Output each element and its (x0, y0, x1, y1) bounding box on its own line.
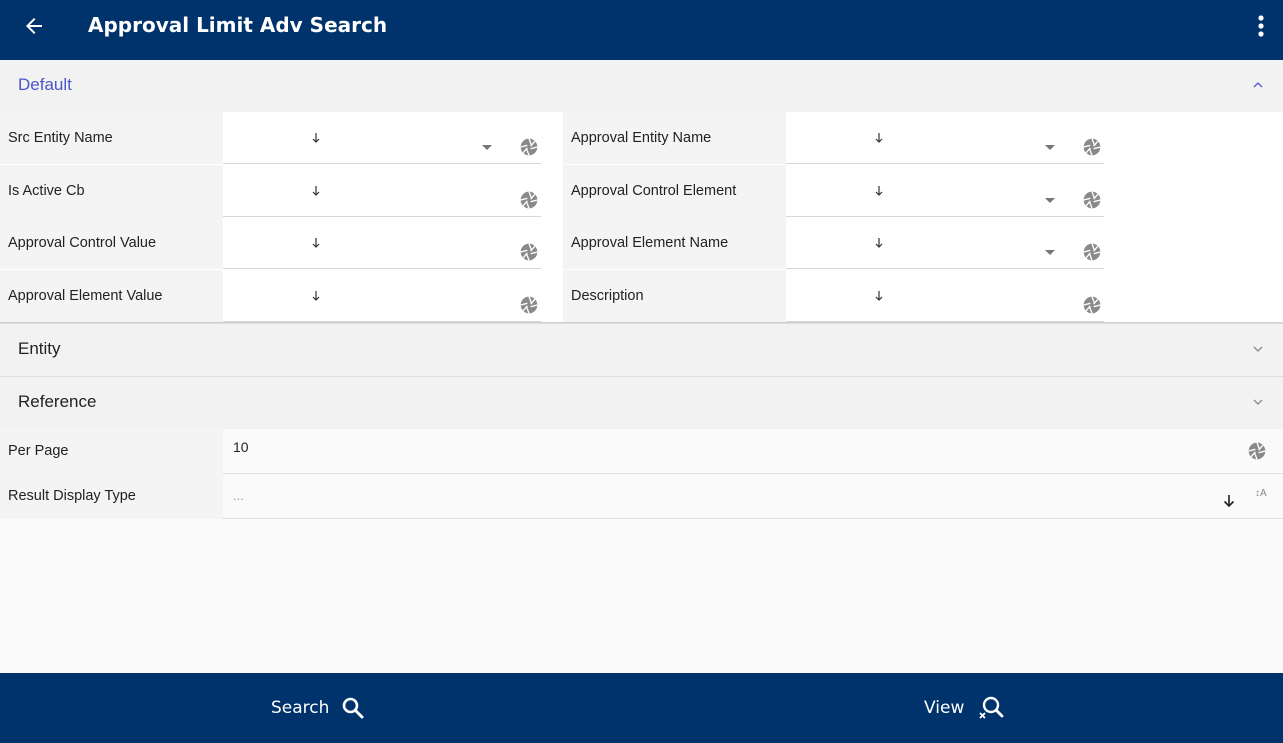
result-display-select[interactable]: ... ↕A (223, 474, 1283, 518)
field-input[interactable] (223, 112, 541, 164)
arrow-down-small-icon (875, 185, 883, 196)
aperture-icon[interactable] (1082, 242, 1102, 262)
field-input[interactable] (786, 269, 1104, 322)
field-input[interactable] (786, 164, 1104, 217)
arrow-down-icon[interactable] (1223, 494, 1235, 508)
search-button-label: Search (271, 698, 330, 718)
dropdown-caret-icon[interactable] (1045, 250, 1055, 255)
more-vertical-icon (1258, 15, 1264, 37)
arrow-down-small-icon (312, 238, 320, 248)
field-input[interactable] (786, 217, 1104, 269)
more-menu-button[interactable] (1250, 12, 1272, 40)
field-input[interactable] (223, 164, 541, 217)
page-title: Approval Limit Adv Search (88, 13, 388, 37)
arrow-down-small-icon (312, 133, 320, 143)
field-label: Description (563, 269, 786, 322)
per-page-label: Per Page (0, 429, 223, 474)
field-input[interactable] (223, 217, 541, 269)
aperture-icon[interactable] (519, 190, 539, 210)
aperture-icon[interactable] (1082, 190, 1102, 210)
dropdown-caret-icon[interactable] (482, 145, 492, 150)
field-label: Approval Element Name (563, 217, 786, 269)
per-page-row: Per Page 10 (0, 429, 1283, 474)
field-label: Approval Control Value (0, 217, 223, 269)
aperture-icon[interactable] (1082, 137, 1102, 157)
search-button[interactable]: Search (271, 673, 365, 743)
chevron-down-icon (1253, 346, 1263, 352)
aperture-icon[interactable] (519, 295, 539, 315)
arrow-down-small-icon (312, 185, 320, 196)
section-entity-header[interactable]: Entity (0, 323, 1283, 376)
aperture-icon[interactable] (519, 137, 539, 157)
result-display-label: Result Display Type (0, 474, 223, 519)
field-label: Approval Entity Name (563, 112, 786, 164)
sort-alpha-icon[interactable]: ↕A (1255, 488, 1267, 499)
chevron-up-icon (1253, 82, 1263, 88)
field-label: Approval Control Element (563, 164, 786, 217)
arrow-down-small-icon (875, 238, 883, 248)
field-input[interactable] (786, 112, 1104, 164)
result-display-row: Result Display Type ... ↕A (0, 474, 1283, 519)
dropdown-caret-icon[interactable] (1045, 145, 1055, 150)
arrow-left-icon (26, 18, 42, 34)
back-button[interactable] (20, 12, 48, 40)
view-button-label: View (924, 698, 965, 718)
aperture-icon[interactable] (1082, 295, 1102, 315)
field-label: Approval Element Value (0, 269, 223, 322)
section-default-header[interactable]: Default (0, 60, 1283, 112)
per-page-input[interactable]: 10 (223, 429, 1283, 473)
section-entity-label: Entity (18, 339, 61, 358)
arrow-down-small-icon (312, 290, 320, 301)
section-reference-header[interactable]: Reference (0, 376, 1283, 429)
dropdown-caret-icon[interactable] (1045, 197, 1055, 203)
section-default-label: Default (18, 75, 72, 94)
field-input[interactable] (223, 269, 541, 322)
chevron-down-icon (1253, 399, 1263, 405)
per-page-value: 10 (233, 439, 249, 455)
field-label: Src Entity Name (0, 112, 223, 164)
field-label: Is Active Cb (0, 164, 223, 217)
app-bar: Approval Limit Adv Search (0, 0, 1283, 60)
aperture-icon[interactable] (519, 242, 539, 262)
arrow-down-small-icon (875, 290, 883, 301)
view-button[interactable]: View (924, 673, 1004, 743)
bottom-action-bar: Search View (0, 673, 1283, 743)
aperture-icon[interactable] (1247, 441, 1267, 461)
search-icon (343, 697, 364, 719)
section-reference-label: Reference (18, 392, 97, 411)
result-display-value: ... (233, 488, 244, 503)
arrow-down-small-icon (875, 133, 883, 143)
zoom-view-icon (979, 696, 1004, 719)
